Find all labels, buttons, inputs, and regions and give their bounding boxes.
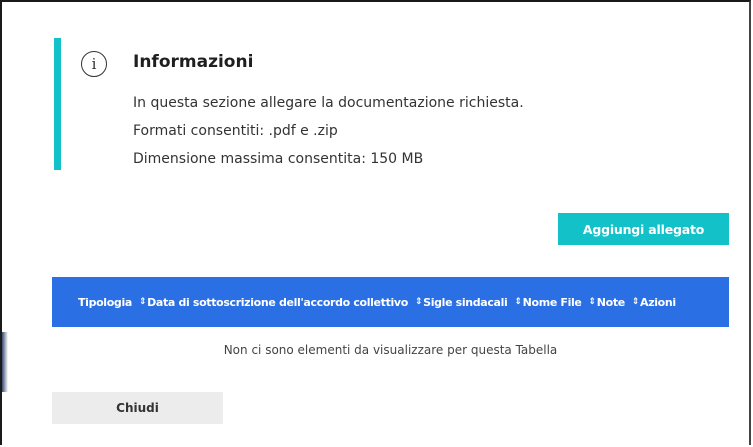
column-header-azioni[interactable]: ⇕ Azioni — [632, 296, 676, 309]
column-label: Azioni — [640, 295, 676, 309]
dialog-frame: i Informazioni In questa sezione allegar… — [0, 0, 751, 445]
sort-icon: ⇕ — [414, 296, 423, 307]
info-line-max-size: Dimensione massima consentita: 150 MB — [133, 151, 424, 167]
info-line-formats: Formati consentiti: .pdf e .zip — [133, 123, 338, 139]
column-header-sigle-sindacali[interactable]: ⇕ Sigle sindacali — [415, 296, 508, 309]
add-attachment-button[interactable]: Aggiungi allegato — [558, 213, 729, 245]
column-label: Data di sottoscrizione dell'accordo coll… — [147, 295, 408, 309]
sort-icon: ⇕ — [631, 296, 640, 307]
sort-icon: ⇕ — [514, 296, 522, 307]
column-label: Tipologia — [78, 295, 132, 309]
column-header-note[interactable]: ⇕ Note — [588, 295, 626, 309]
column-label: Sigle sindacali — [423, 295, 508, 309]
sort-icon: ⇕ — [138, 296, 147, 307]
close-button[interactable]: Chiudi — [52, 392, 223, 424]
info-accent-bar — [54, 38, 61, 170]
column-header-tipologia[interactable]: Tipologia — [78, 296, 132, 309]
column-label: Note — [596, 295, 625, 309]
sort-icon: ⇕ — [588, 296, 597, 307]
column-header-nome-file[interactable]: ⇕ Nome File — [514, 296, 581, 309]
info-circle-icon: i — [81, 51, 107, 77]
column-header-data-sottoscrizione[interactable]: ⇕ Data di sottoscrizione dell'accordo co… — [139, 296, 408, 309]
background-edge — [2, 332, 8, 392]
info-line-instructions: In questa sezione allegare la documentaz… — [133, 95, 524, 111]
column-label: Nome File — [522, 295, 582, 309]
table-empty-message: Non ci sono elementi da visualizzare per… — [223, 343, 558, 357]
info-title: Informazioni — [133, 52, 254, 72]
table-header: Tipologia ⇕ Data di sottoscrizione dell'… — [52, 277, 729, 327]
info-panel: i Informazioni In questa sezione allegar… — [54, 38, 614, 170]
